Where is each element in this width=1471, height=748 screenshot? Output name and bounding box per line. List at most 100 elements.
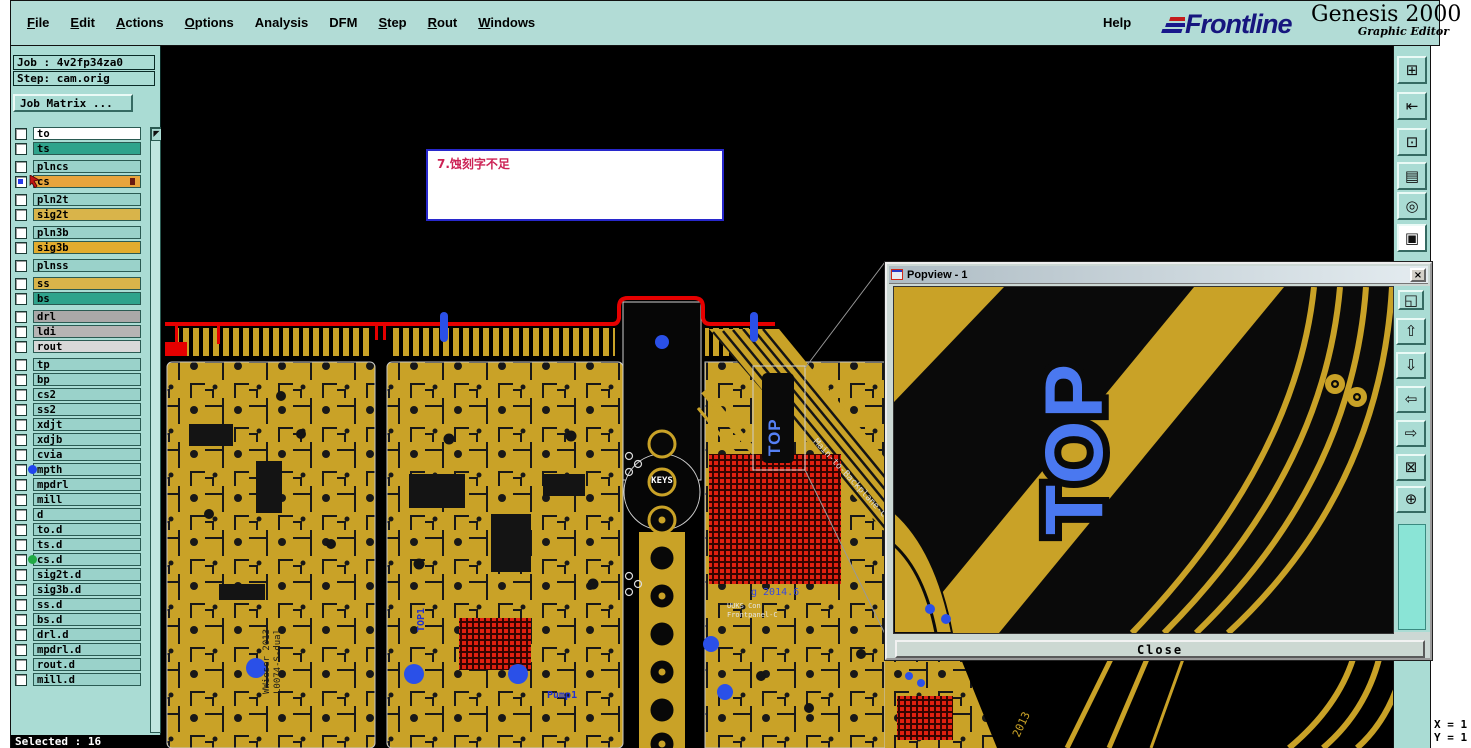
popview-close-icon[interactable]: × — [1410, 267, 1426, 282]
layer-row-sig2t[interactable]: sig2t — [15, 208, 149, 221]
layer-label[interactable]: ss — [33, 277, 141, 290]
menu-rout[interactable]: Rout — [428, 15, 458, 30]
layer-checkbox[interactable] — [15, 643, 27, 656]
layer-row-ldi[interactable]: ldi — [15, 325, 149, 338]
layer-label[interactable]: plnss — [33, 259, 141, 272]
layer-label[interactable]: mill.d — [33, 673, 141, 686]
layer-checkbox[interactable] — [15, 277, 27, 290]
toolbar-button-exit[interactable]: ⇤ — [1397, 92, 1427, 120]
toolbar-button-eye[interactable]: ◎ — [1397, 192, 1427, 220]
layer-label[interactable]: mpth — [33, 463, 141, 476]
popview-close-button[interactable]: Close — [895, 640, 1425, 658]
layer-label[interactable]: xdjb — [33, 433, 141, 446]
layer-label[interactable]: plncs — [33, 160, 141, 173]
popview-window[interactable]: Popview - 1 × TOP ◱ ⇧ ⇩ ⇦ ⇨ ⊠ ⊕ Close — [884, 261, 1433, 661]
layer-label[interactable]: bp — [33, 373, 141, 386]
layer-label[interactable]: cs2 — [33, 388, 141, 401]
layer-checkbox[interactable] — [15, 325, 27, 338]
layer-checkbox[interactable] — [15, 292, 27, 305]
layer-row-mill[interactable]: mill — [15, 493, 149, 506]
layer-checkbox[interactable] — [15, 193, 27, 206]
popview-button-pan-left[interactable]: ⇦ — [1396, 386, 1426, 413]
layer-label[interactable]: tp — [33, 358, 141, 371]
layer-row-ss-d[interactable]: ss.d — [15, 598, 149, 611]
layer-checkbox[interactable] — [15, 583, 27, 596]
layer-checkbox[interactable] — [15, 628, 27, 641]
toolbar-button-active-point[interactable]: ▣ — [1397, 224, 1427, 252]
layer-row-d[interactable]: d — [15, 508, 149, 521]
layer-row-plncs[interactable]: plncs — [15, 160, 149, 173]
popview-button-crosshair[interactable]: ⊕ — [1396, 486, 1426, 513]
layer-row-bs[interactable]: bs — [15, 292, 149, 305]
layer-checkbox[interactable] — [15, 658, 27, 671]
layer-row-rout[interactable]: rout — [15, 340, 149, 353]
layer-label[interactable]: cvia — [33, 448, 141, 461]
popview-button-pan-down[interactable]: ⇩ — [1396, 352, 1426, 379]
menu-actions[interactable]: Actions — [116, 15, 164, 30]
layer-checkbox[interactable] — [15, 310, 27, 323]
layer-row-cs-d[interactable]: cs.d — [15, 553, 149, 566]
popview-button-pan-right[interactable]: ⇨ — [1396, 420, 1426, 447]
layer-row-ts-d[interactable]: ts.d — [15, 538, 149, 551]
layer-row-bs-d[interactable]: bs.d — [15, 613, 149, 626]
layer-row-ts[interactable]: ts — [15, 142, 149, 155]
layer-label[interactable]: cs.d — [33, 553, 141, 566]
popview-button-pan-up[interactable]: ⇧ — [1396, 318, 1426, 345]
menu-analysis[interactable]: Analysis — [255, 15, 308, 30]
layer-checkbox[interactable] — [15, 226, 27, 239]
layer-label[interactable]: to — [33, 127, 141, 140]
layer-checkbox[interactable] — [15, 538, 27, 551]
job-matrix-button[interactable]: Job Matrix ... — [13, 94, 133, 112]
layer-row-pln2t[interactable]: pln2t — [15, 193, 149, 206]
layer-label[interactable]: xdjt — [33, 418, 141, 431]
layer-label[interactable]: sig2t.d — [33, 568, 141, 581]
layer-label[interactable]: sig3b — [33, 241, 141, 254]
layer-row-drl-d[interactable]: drl.d — [15, 628, 149, 641]
toolbar-button-screen[interactable]: ⊞ — [1397, 56, 1427, 84]
layer-label[interactable]: ts.d — [33, 538, 141, 551]
layer-label[interactable]: bs — [33, 292, 141, 305]
layer-label[interactable]: mpdrl.d — [33, 643, 141, 656]
popview-titlebar[interactable]: Popview - 1 × — [889, 266, 1428, 284]
layer-row-pln3b[interactable]: pln3b — [15, 226, 149, 239]
layer-label[interactable]: drl — [33, 310, 141, 323]
layer-row-plnss[interactable]: plnss — [15, 259, 149, 272]
layer-row-xdjb[interactable]: xdjb — [15, 433, 149, 446]
layer-row-tp[interactable]: tp — [15, 358, 149, 371]
layer-label[interactable]: mpdrl — [33, 478, 141, 491]
layer-checkbox[interactable] — [15, 358, 27, 371]
layer-label[interactable]: ts — [33, 142, 141, 155]
layer-label[interactable]: pln3b — [33, 226, 141, 239]
layer-row-ss[interactable]: ss — [15, 277, 149, 290]
menu-dfm[interactable]: DFM — [329, 15, 357, 30]
layer-row-rout-d[interactable]: rout.d — [15, 658, 149, 671]
layer-checkbox[interactable] — [15, 568, 27, 581]
toolbar-button-layers[interactable]: ▤ — [1397, 162, 1427, 190]
layer-checkbox[interactable] — [15, 373, 27, 386]
layer-label[interactable]: ss2 — [33, 403, 141, 416]
layer-label[interactable]: sig2t — [33, 208, 141, 221]
layer-label[interactable]: mill — [33, 493, 141, 506]
layer-label[interactable]: drl.d — [33, 628, 141, 641]
layer-checkbox[interactable] — [15, 160, 27, 173]
layer-row-to-d[interactable]: to.d — [15, 523, 149, 536]
layer-checkbox[interactable] — [15, 127, 27, 140]
layer-row-sig3b-d[interactable]: sig3b.d — [15, 583, 149, 596]
layer-label[interactable]: ss.d — [33, 598, 141, 611]
layer-checkbox[interactable] — [15, 508, 27, 521]
layer-checkbox[interactable] — [15, 493, 27, 506]
layer-row-sig3b[interactable]: sig3b — [15, 241, 149, 254]
layer-checkbox[interactable] — [15, 463, 27, 476]
layer-checkbox[interactable] — [15, 340, 27, 353]
layer-label[interactable]: rout — [33, 340, 141, 353]
popview-button-popout[interactable]: ◱ — [1398, 290, 1424, 310]
layer-label[interactable]: sig3b.d — [33, 583, 141, 596]
menu-file[interactable]: File — [27, 15, 49, 30]
layer-row-mpdrl[interactable]: mpdrl — [15, 478, 149, 491]
menu-help[interactable]: Help — [1103, 15, 1131, 30]
layer-label[interactable]: d — [33, 508, 141, 521]
layer-label[interactable]: bs.d — [33, 613, 141, 626]
layer-row-xdjt[interactable]: xdjt — [15, 418, 149, 431]
layer-label[interactable]: cs — [33, 175, 141, 188]
layer-row-cvia[interactable]: cvia — [15, 448, 149, 461]
